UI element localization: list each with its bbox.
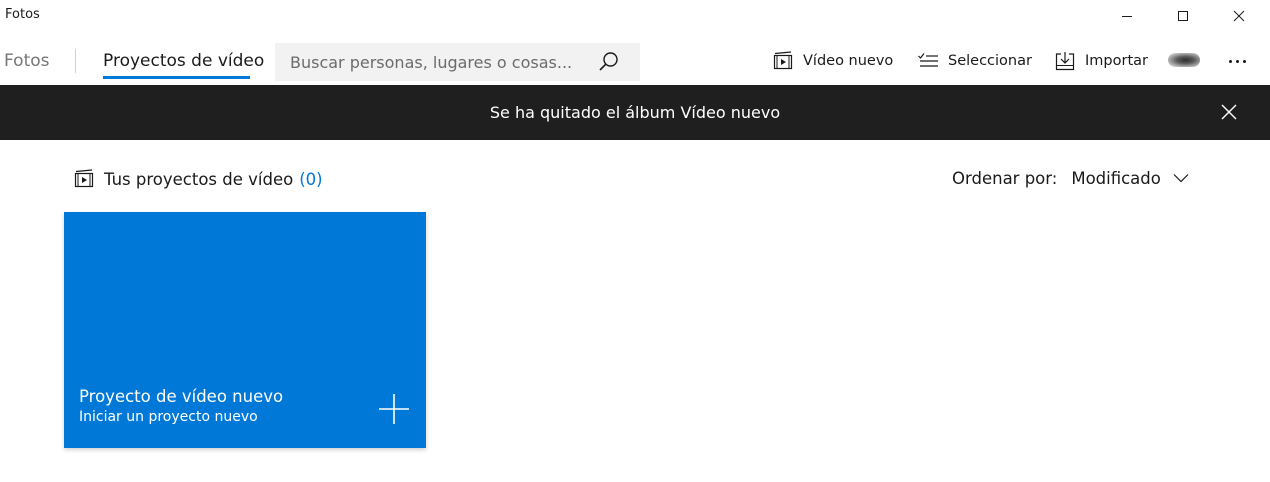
more-button[interactable] — [1222, 50, 1252, 72]
active-tab-indicator — [103, 76, 250, 79]
close-icon — [1233, 10, 1245, 22]
new-video-project-tile[interactable]: Proyecto de vídeo nuevo Iniciar un proye… — [64, 212, 426, 448]
tab-video-projects[interactable]: Proyectos de vídeo — [103, 51, 264, 71]
search-icon[interactable] — [597, 51, 621, 73]
app-title: Fotos — [5, 7, 40, 22]
sort-control[interactable]: Ordenar por: Modificado — [952, 166, 1191, 190]
import-icon — [1054, 50, 1076, 72]
notification-banner: Se ha quitado el álbum Vídeo nuevo — [0, 85, 1270, 140]
projects-heading: Tus proyectos de vídeo (0) — [73, 167, 323, 191]
minimize-button[interactable] — [1104, 0, 1150, 32]
command-bar: Fotos Proyectos de vídeo Vídeo nuevo — [0, 32, 1270, 85]
video-project-icon — [73, 168, 95, 190]
title-bar: Fotos — [0, 0, 1270, 32]
close-window-button[interactable] — [1216, 0, 1262, 32]
tab-divider — [75, 49, 76, 73]
search-box — [275, 43, 640, 81]
banner-message: Se ha quitado el álbum Vídeo nuevo — [489, 103, 781, 122]
select-list-icon — [917, 50, 939, 72]
projects-count: (0) — [299, 169, 323, 189]
import-label: Importar — [1085, 53, 1148, 69]
close-icon — [1221, 104, 1237, 120]
select-button[interactable]: Seleccionar — [917, 49, 1032, 73]
chevron-down-icon — [1173, 171, 1191, 185]
avatar[interactable] — [1168, 53, 1200, 67]
more-icon — [1228, 59, 1232, 63]
sort-label: Ordenar por: — [952, 168, 1058, 188]
import-button[interactable]: Importar — [1054, 49, 1148, 73]
maximize-button[interactable] — [1160, 0, 1206, 32]
search-input[interactable] — [275, 43, 585, 81]
banner-dismiss-button[interactable] — [1216, 99, 1242, 125]
select-label: Seleccionar — [948, 53, 1032, 69]
new-video-label: Vídeo nuevo — [803, 53, 894, 69]
sort-value[interactable]: Modificado — [1071, 169, 1161, 188]
maximize-icon — [1178, 11, 1188, 21]
video-project-icon — [772, 50, 794, 72]
minimize-icon — [1122, 16, 1132, 17]
tile-title: Proyecto de vídeo nuevo — [79, 387, 284, 406]
projects-heading-label: Tus proyectos de vídeo — [104, 169, 294, 189]
tab-photos[interactable]: Fotos — [4, 51, 50, 71]
plus-icon — [379, 394, 409, 424]
new-video-button[interactable]: Vídeo nuevo — [772, 49, 893, 73]
tile-subtitle: Iniciar un proyecto nuevo — [79, 409, 258, 425]
